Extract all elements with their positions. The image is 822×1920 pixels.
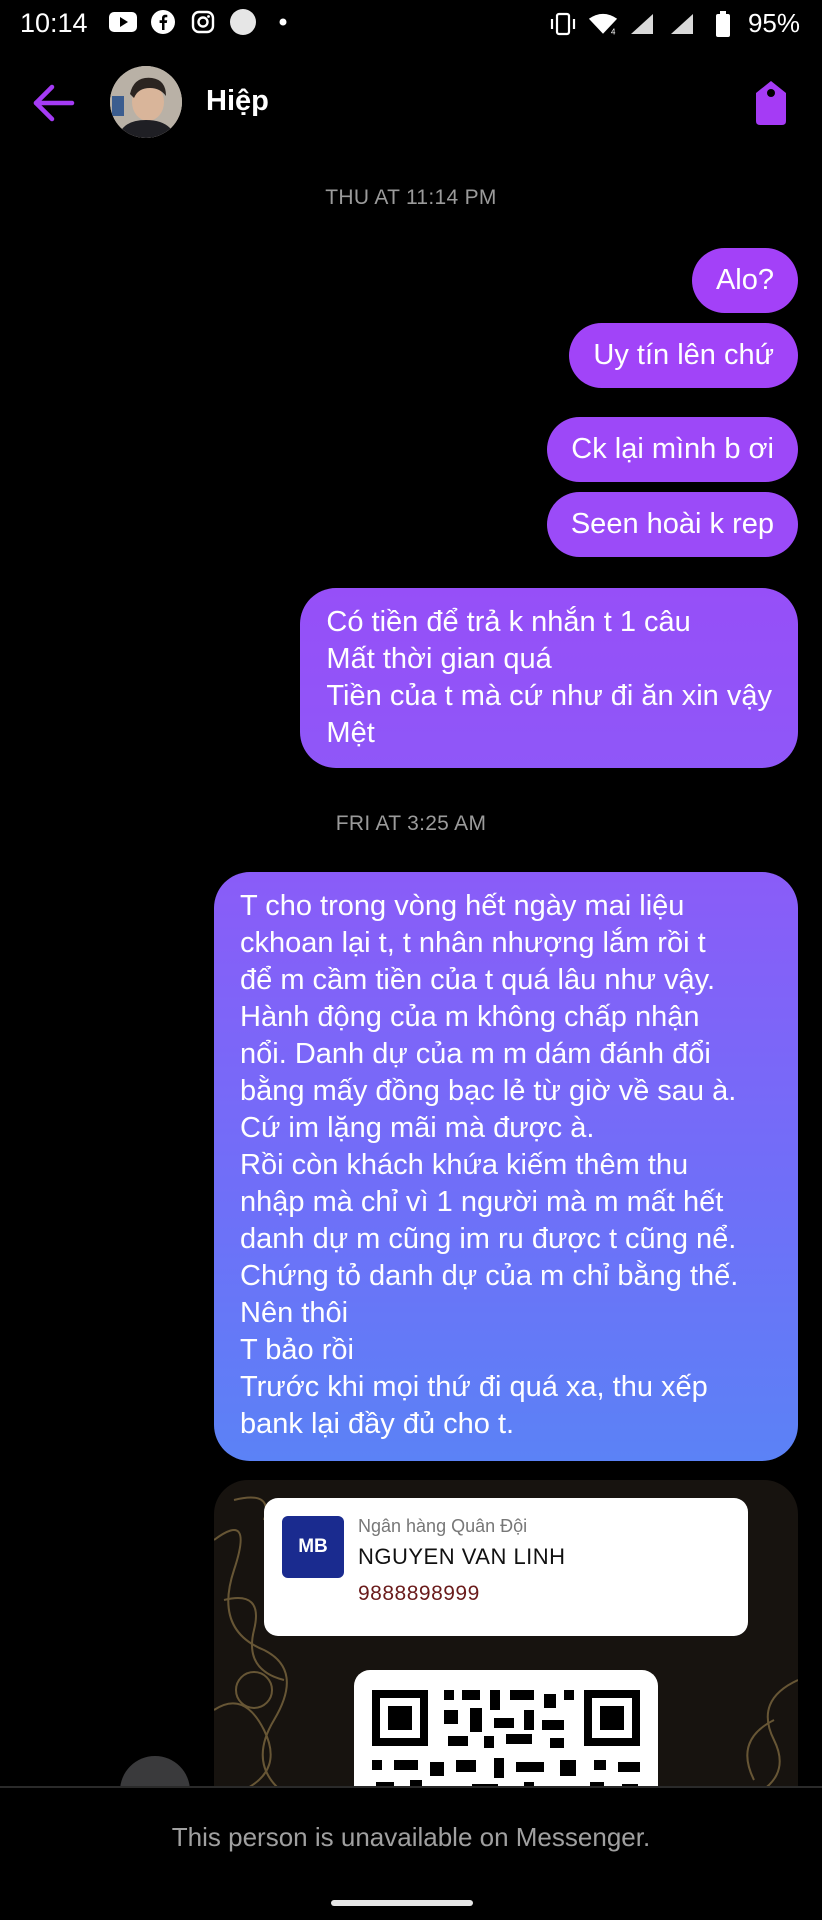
status-time: 10:14 (20, 8, 88, 38)
dot-icon (268, 8, 298, 36)
message-text: nổi. Danh dự của m m dám đánh đổi (240, 1038, 711, 1070)
message-text: Mệt (326, 717, 375, 749)
youtube-icon (108, 8, 138, 36)
tag-button[interactable] (748, 79, 794, 127)
signal-icon-2 (668, 10, 698, 38)
battery-percentage: 95% (747, 8, 800, 38)
svg-text:4: 4 (611, 27, 616, 36)
system-icons: 4 95% (548, 8, 800, 39)
message-text: bank lại đầy đủ cho t. (240, 1408, 515, 1440)
message-text: T cho trong vòng hết ngày mai liệu (240, 890, 685, 922)
message-text: Ck lại mình b ơi (571, 433, 774, 465)
qr-code (354, 1670, 658, 1800)
mb-bank-logo: MB (282, 1516, 344, 1578)
message-text: Mất thời gian quá (326, 643, 552, 675)
message-text: nhập mà chỉ vì 1 người mà m mất hết (240, 1186, 724, 1218)
message-text: Uy tín lên chứ (593, 339, 774, 371)
message-bubble[interactable]: Alo? (691, 248, 798, 313)
account-number: 9888898999 (358, 1582, 480, 1605)
image-attachment[interactable]: MB Ngân hàng Quân Đội NGUYEN VAN LINH 98… (214, 1480, 798, 1800)
timestamp: FRI AT 3:25 AM (335, 812, 487, 835)
message-text: bằng mấy đồng bạc lẻ từ giờ về sau à. (240, 1075, 737, 1107)
back-arrow-icon (33, 84, 75, 122)
chat-header: Hiệp (0, 55, 822, 151)
contact-name[interactable]: Hiệp (206, 85, 269, 118)
wifi-icon: 4 (588, 10, 618, 38)
message-text: Seen hoài k rep (570, 508, 774, 540)
message-text: danh dự m cũng im ru được t cũng nể. (240, 1223, 737, 1255)
bank-name: Ngân hàng Quân Đội (358, 1516, 528, 1536)
message-text: Chứng tỏ danh dự của m chỉ bằng thế. (240, 1260, 739, 1292)
message-bubble[interactable]: Seen hoài k rep (546, 492, 798, 557)
tag-icon (756, 81, 786, 125)
message-text: T bảo rồi (240, 1334, 354, 1366)
back-button[interactable] (30, 81, 80, 125)
message-bubble[interactable]: Có tiền để trả k nhắn t 1 câu Mất thời g… (300, 588, 798, 768)
message-bubble[interactable]: T cho trong vòng hết ngày mai liệu ckhoa… (214, 872, 798, 1461)
circle-app-icon (228, 8, 258, 36)
home-indicator[interactable] (331, 1900, 473, 1906)
message-bubble[interactable]: Uy tín lên chứ (569, 323, 798, 388)
composer-area: This person is unavailable on Messenger. (0, 1786, 822, 1920)
avatar[interactable] (110, 66, 182, 138)
signal-icon (628, 10, 658, 38)
message-text: Tiền của t mà cứ như đi ăn xin vậy (326, 680, 772, 712)
instagram-icon (188, 8, 218, 36)
message-bubble[interactable]: Ck lại mình b ơi (547, 417, 798, 482)
bank-info-card: MB Ngân hàng Quân Đội NGUYEN VAN LINH 98… (264, 1498, 748, 1636)
notification-icons (108, 8, 298, 36)
message-text: Cứ im lặng mãi mà được à. (240, 1112, 595, 1144)
unavailable-notice: This person is unavailable on Messenger. (171, 1822, 651, 1852)
battery-icon (708, 10, 738, 38)
message-text: ckhoan lại t, t nhân nhượng lắm rồi t (240, 927, 706, 959)
timestamp: THU AT 11:14 PM (325, 186, 497, 209)
account-name: NGUYEN VAN LINH (358, 1544, 566, 1569)
message-text: Rồi còn khách khứa kiếm thêm thu (240, 1149, 689, 1181)
message-text: Nên thôi (240, 1297, 349, 1329)
message-text: Có tiền để trả k nhắn t 1 câu (326, 606, 691, 638)
vibrate-icon (548, 10, 578, 38)
facebook-icon (148, 8, 178, 36)
message-text: Alo? (715, 264, 774, 296)
message-text: để m cầm tiền của t quá lâu như vậy. (240, 964, 716, 996)
status-bar: 10:14 4 95% (0, 0, 822, 44)
message-text: Trước khi mọi thứ đi quá xa, thu xếp (240, 1371, 708, 1403)
message-text: Hành động của m không chấp nhận (240, 1001, 700, 1033)
